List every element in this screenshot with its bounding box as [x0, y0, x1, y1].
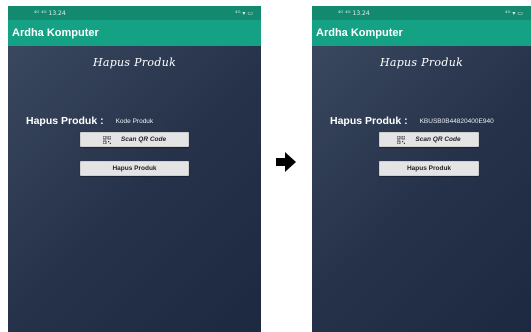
page-title: Hapus Produk	[92, 56, 177, 69]
product-code-row: Hapus Produk : KBUSB0B44820400E940	[330, 115, 531, 127]
scan-qr-button[interactable]: Scan QR Code	[80, 132, 189, 147]
delete-product-label: Hapus Produk	[112, 165, 157, 172]
right-arrow-icon	[276, 152, 296, 172]
status-icons: ⁴ᴳ ▾ ▭	[235, 9, 253, 17]
app-bar: Ardha Komputer	[312, 20, 531, 46]
page-title: Hapus Produk	[379, 56, 464, 69]
app-title: Ardha Komputer	[316, 27, 403, 39]
field-label: Hapus Produk :	[330, 115, 408, 127]
app-bar: Ardha Komputer	[8, 20, 261, 46]
phone-screen-after: ⁴ᴳ ⁴ᴳ 13.24 ⁴ᴳ ▾ ▭ Ardha Komputer Hapus …	[312, 6, 531, 332]
product-code-value: Kode Produk	[115, 117, 154, 125]
status-left: ⁴ᴳ ⁴ᴳ 13.24	[338, 9, 370, 17]
delete-product-button[interactable]: Hapus Produk	[80, 161, 189, 176]
status-bar: ⁴ᴳ ⁴ᴳ 13.24 ⁴ᴳ ▾ ▭	[8, 6, 261, 20]
delete-product-label: Hapus Produk	[406, 165, 452, 172]
qr-code-icon	[397, 135, 406, 144]
delete-product-button[interactable]: Hapus Produk	[379, 161, 479, 176]
qr-code-icon	[102, 135, 111, 144]
status-time: 13.24	[48, 9, 66, 17]
status-icons: ⁴ᴳ ▾ ▭	[505, 9, 523, 17]
scan-qr-label: Scan QR Code	[415, 136, 461, 143]
status-bar: ⁴ᴳ ⁴ᴳ 13.24 ⁴ᴳ ▾ ▭	[312, 6, 531, 20]
field-label: Hapus Produk :	[26, 115, 104, 127]
product-code-row: Hapus Produk : Kode Produk	[26, 115, 261, 127]
status-left: ⁴ᴳ ⁴ᴳ 13.24	[34, 9, 66, 17]
scan-qr-button[interactable]: Scan QR Code	[379, 132, 479, 147]
app-title: Ardha Komputer	[12, 27, 99, 39]
product-code-value: KBUSB0B44820400E940	[419, 117, 494, 125]
phone-screen-before: ⁴ᴳ ⁴ᴳ 13.24 ⁴ᴳ ▾ ▭ Ardha Komputer Hapus …	[8, 6, 261, 332]
status-time: 13.24	[352, 9, 370, 17]
scan-qr-label: Scan QR Code	[120, 136, 167, 143]
